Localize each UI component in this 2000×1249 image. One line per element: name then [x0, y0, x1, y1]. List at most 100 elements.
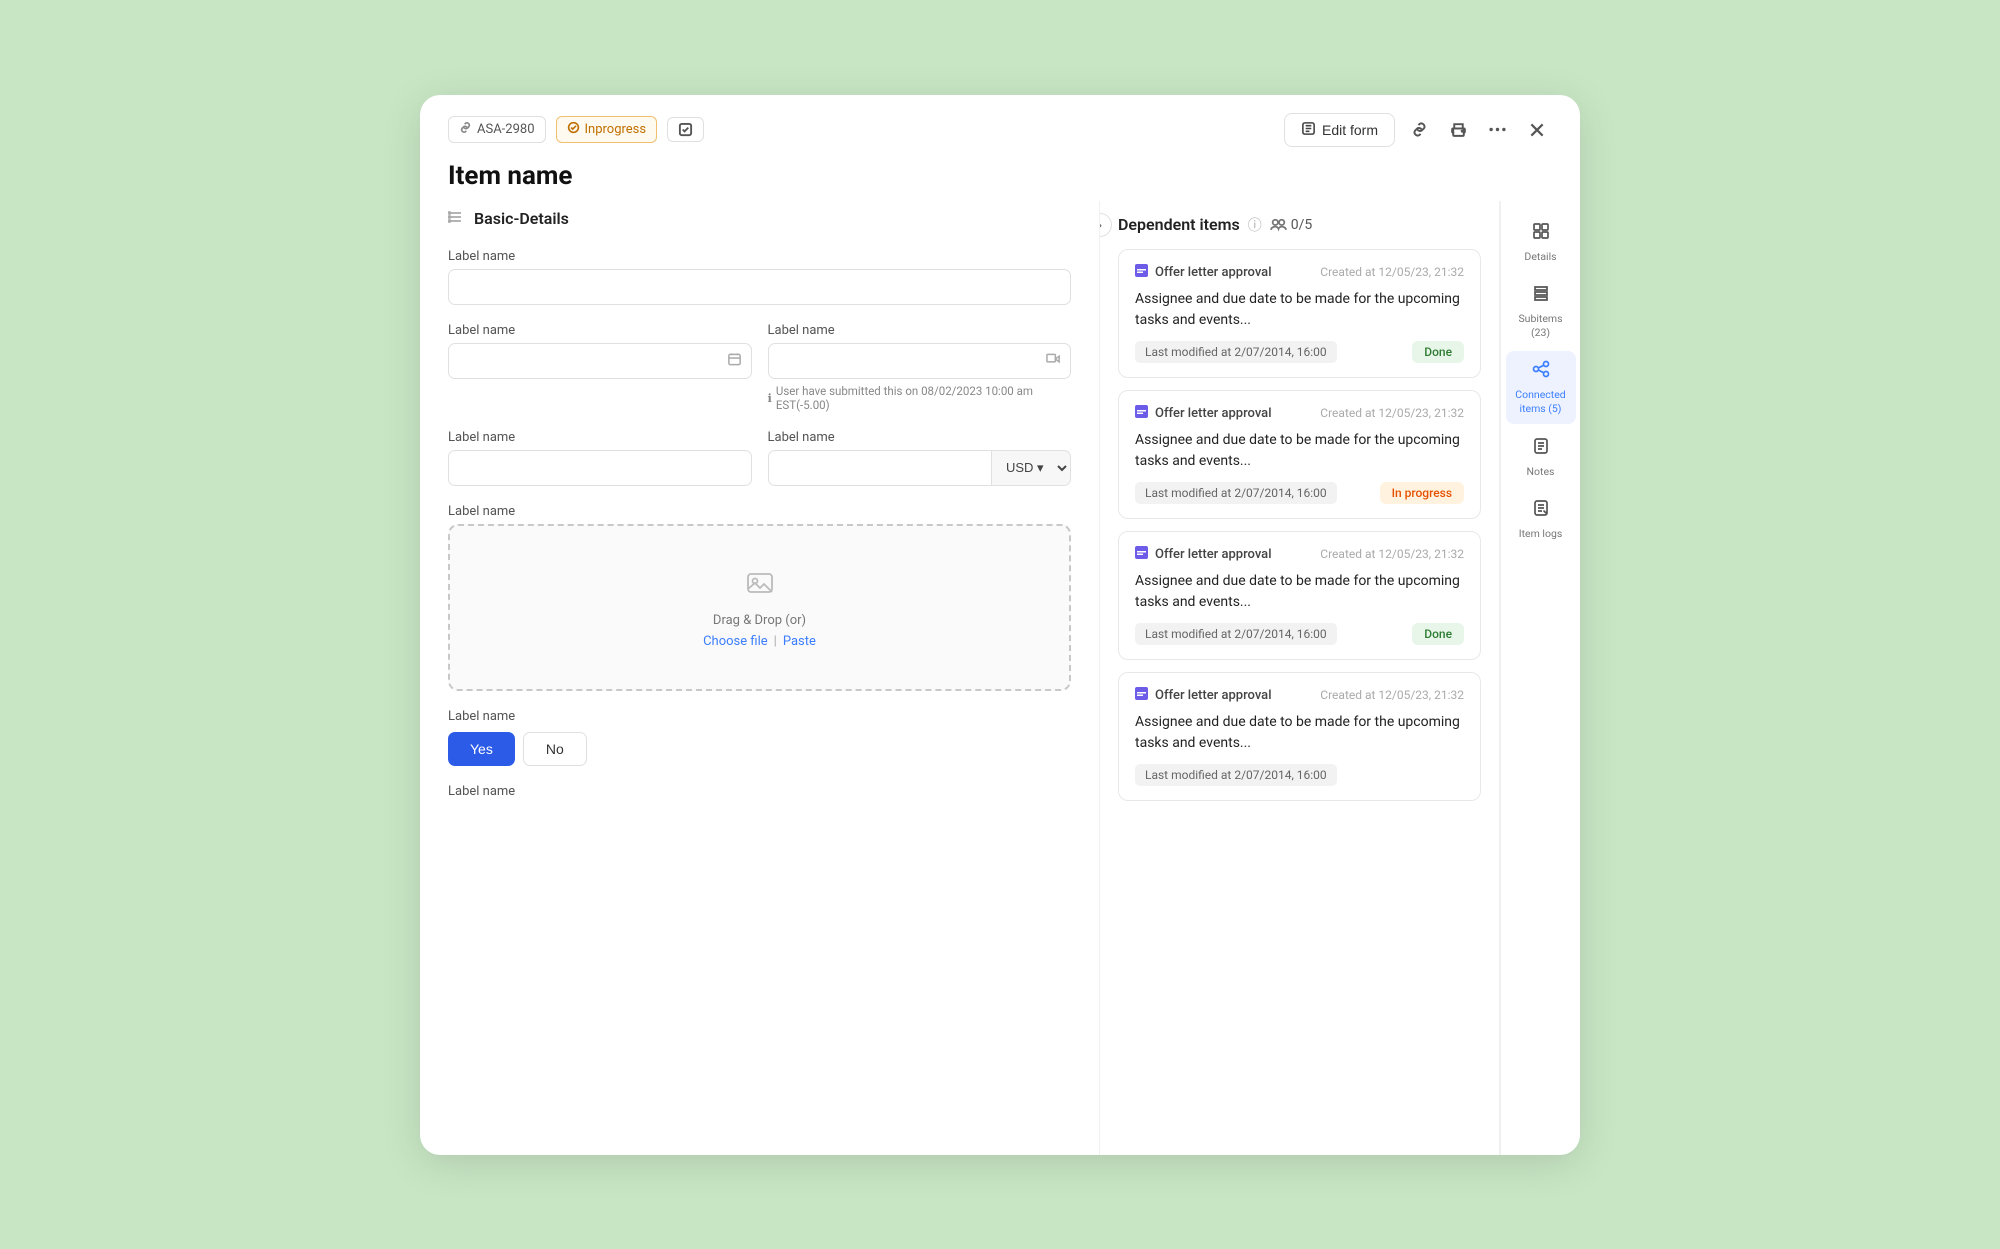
sidebar-item-details[interactable]: Details [1506, 213, 1576, 272]
print-button[interactable] [1444, 115, 1473, 144]
item-card-body-0: Assignee and due date to be made for the… [1135, 289, 1464, 331]
item-cards-list: Offer letter approval Created at 12/05/2… [1118, 249, 1481, 801]
item-card-footer-0: Last modified at 2/07/2014, 16:00 Done [1135, 341, 1464, 363]
item-title: Item name [420, 147, 1580, 201]
status-badge[interactable]: Inprogress [556, 116, 658, 143]
right-sidebar: Details Subitems (23) [1500, 201, 1580, 1155]
choose-file-link[interactable]: Choose file [703, 634, 768, 649]
currency-value-input[interactable] [768, 450, 993, 486]
upload-links: Choose file | Paste [470, 634, 1049, 649]
input-3[interactable] [448, 450, 752, 486]
section-header: Basic-Details [448, 201, 1071, 229]
item-card-created-1: Created at 12/05/23, 21:32 [1320, 406, 1464, 420]
form-group-4: Label name [448, 430, 752, 486]
item-card-icon-0 [1135, 264, 1148, 281]
bottom-label: Label name [448, 784, 1071, 799]
sidebar-item-subitems[interactable]: Subitems (23) [1506, 275, 1576, 347]
item-card-date-2: Last modified at 2/07/2014, 16:00 [1135, 623, 1337, 645]
form-group-bottom: Label name [448, 784, 1071, 799]
upload-separator: | [774, 634, 777, 649]
item-card-created-0: Created at 12/05/23, 21:32 [1320, 265, 1464, 279]
item-card-footer-2: Last modified at 2/07/2014, 16:00 Done [1135, 623, 1464, 645]
form-row-2: Label name Label name USD ▾ EUR ▾ GBP ▾ [448, 430, 1071, 504]
edit-form-button[interactable]: Edit form [1284, 113, 1395, 147]
form-group-5: Label name USD ▾ EUR ▾ GBP ▾ [768, 430, 1072, 486]
input-datetime[interactable] [768, 343, 1072, 379]
item-card-1[interactable]: Offer letter approval Created at 12/05/2… [1118, 390, 1481, 519]
status-check-icon [567, 121, 580, 138]
item-id-badge[interactable]: ASA-2980 [448, 116, 546, 143]
label-1: Label name [448, 249, 1071, 264]
sidebar-item-connected[interactable]: Connected items (5) [1506, 351, 1576, 423]
edit-form-icon [1301, 121, 1316, 139]
upload-area[interactable]: Drag & Drop (or) Choose file | Paste [448, 524, 1071, 691]
item-card-date-1: Last modified at 2/07/2014, 16:00 [1135, 482, 1337, 504]
yesno-label: Label name [448, 709, 1071, 724]
label-5: Label name [768, 430, 1072, 445]
item-card-footer-3: Last modified at 2/07/2014, 16:00 [1135, 764, 1464, 786]
upload-label: Label name [448, 504, 1071, 519]
form-group-2: Label name [448, 323, 752, 412]
status-badge-done: Done [1412, 623, 1464, 645]
section-title: Basic-Details [474, 209, 569, 228]
dep-count: 0/5 [1270, 216, 1313, 233]
item-card-header-2: Offer letter approval Created at 12/05/2… [1135, 546, 1464, 563]
item-card-0[interactable]: Offer letter approval Created at 12/05/2… [1118, 249, 1481, 378]
middle-panel: › Dependent items ⓘ 0/5 [1100, 201, 1500, 1155]
link-button[interactable] [1405, 115, 1434, 144]
currency-select[interactable]: USD ▾ EUR ▾ GBP ▾ [992, 450, 1071, 486]
input-date[interactable] [448, 343, 752, 379]
item-card-header-3: Offer letter approval Created at 12/05/2… [1135, 687, 1464, 704]
details-icon [1531, 221, 1551, 246]
item-card-date-0: Last modified at 2/07/2014, 16:00 [1135, 341, 1337, 363]
logs-icon [1531, 498, 1551, 523]
item-card-icon-2 [1135, 546, 1148, 563]
item-card-3[interactable]: Offer letter approval Created at 12/05/2… [1118, 672, 1481, 801]
form-panel: Basic-Details Label name Label name [420, 201, 1100, 1155]
form-group-3: Label name ℹ Use [768, 323, 1072, 412]
section-list-icon [448, 209, 464, 229]
sidebar-notes-label: Notes [1527, 465, 1555, 479]
item-id-label: ASA-2980 [477, 122, 535, 137]
item-card-created-2: Created at 12/05/23, 21:32 [1320, 547, 1464, 561]
dep-header: › Dependent items ⓘ 0/5 [1118, 201, 1481, 249]
sidebar-connected-label: Connected items (5) [1512, 388, 1570, 415]
no-button[interactable]: No [523, 732, 587, 766]
sidebar-subitems-label: Subitems (23) [1512, 312, 1570, 339]
item-card-icon-1 [1135, 405, 1148, 422]
item-card-footer-1: Last modified at 2/07/2014, 16:00 In pro… [1135, 482, 1464, 504]
item-card-name-1: Offer letter approval [1155, 406, 1272, 421]
status-badge-inprogress: In progress [1380, 482, 1464, 504]
subitems-icon [1531, 283, 1551, 308]
submit-note: ℹ User have submitted this on 08/02/2023… [768, 384, 1072, 412]
more-options-button[interactable] [1483, 121, 1512, 138]
form-group-upload: Label name Drag & Drop (or) Choose file [448, 504, 1071, 691]
item-card-2[interactable]: Offer letter approval Created at 12/05/2… [1118, 531, 1481, 660]
label-3: Label name [768, 323, 1072, 338]
sidebar-details-label: Details [1524, 250, 1556, 264]
item-card-body-3: Assignee and due date to be made for the… [1135, 712, 1464, 754]
item-card-icon-3 [1135, 687, 1148, 704]
info-icon: ℹ [768, 391, 772, 405]
yes-button[interactable]: Yes [448, 732, 515, 766]
close-button[interactable] [1522, 115, 1552, 145]
sidebar-item-logs[interactable]: Item logs [1506, 490, 1576, 549]
sidebar-logs-label: Item logs [1519, 527, 1563, 541]
item-card-name-0: Offer letter approval [1155, 265, 1272, 280]
item-card-created-3: Created at 12/05/23, 21:32 [1320, 688, 1464, 702]
notes-icon [1531, 436, 1551, 461]
label-4: Label name [448, 430, 752, 445]
check-badge[interactable] [667, 117, 704, 142]
item-card-name-2: Offer letter approval [1155, 547, 1272, 562]
collapse-button[interactable]: › [1100, 213, 1112, 237]
sidebar-item-notes[interactable]: Notes [1506, 428, 1576, 487]
input-1[interactable] [448, 269, 1071, 305]
form-group-1: Label name [448, 249, 1071, 305]
paste-link[interactable]: Paste [783, 634, 816, 649]
status-label: Inprogress [585, 122, 647, 137]
item-card-date-3: Last modified at 2/07/2014, 16:00 [1135, 764, 1337, 786]
edit-form-label: Edit form [1322, 122, 1378, 138]
item-card-body-1: Assignee and due date to be made for the… [1135, 430, 1464, 472]
status-badge-done: Done [1412, 341, 1464, 363]
currency-input-group: USD ▾ EUR ▾ GBP ▾ [768, 450, 1072, 486]
